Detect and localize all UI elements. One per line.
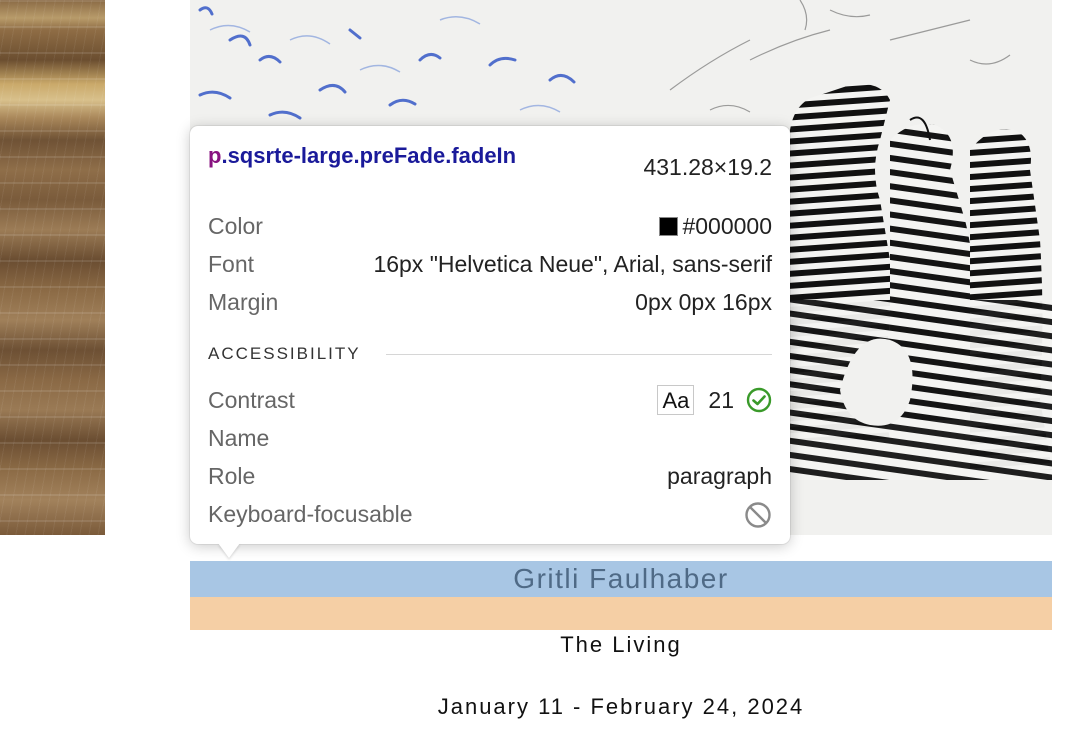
element-margin-highlight [190, 597, 1052, 630]
contrast-row: Contrast Aa 21 [208, 385, 772, 415]
contrast-sample: Aa [657, 385, 695, 415]
artist-name: Gritli Faulhaber [513, 563, 729, 594]
name-label: Name [208, 425, 270, 451]
section-divider [386, 354, 772, 355]
contrast-ratio: 21 [708, 387, 734, 413]
selector-tag: p [208, 143, 222, 168]
margin-value: 0px 0px 16px [635, 289, 772, 315]
not-allowed-icon [744, 501, 772, 536]
font-row: Font 16px "Helvetica Neue", Arial, sans-… [208, 249, 772, 279]
accessibility-section-header: ACCESSIBILITY [208, 344, 772, 364]
keyboard-focusable-value [744, 499, 772, 536]
keyboard-focusable-label: Keyboard-focusable [208, 501, 413, 527]
accessibility-heading: ACCESSIBILITY [208, 344, 375, 364]
color-swatch-icon [659, 217, 679, 236]
contrast-value: Aa 21 [657, 385, 772, 420]
font-value: 16px "Helvetica Neue", Arial, sans-serif [373, 251, 772, 277]
check-circle-icon [746, 387, 772, 420]
inspector-tooltip: p.sqsrte-large.preFade.fadeIn 431.28×19.… [190, 126, 790, 544]
role-label: Role [208, 463, 256, 489]
keyboard-row: Keyboard-focusable [208, 499, 772, 529]
font-label: Font [208, 251, 255, 277]
role-row: Role paragraph [208, 461, 772, 491]
color-row: Color #000000 [208, 211, 772, 241]
color-hex: #000000 [682, 213, 772, 239]
contrast-label: Contrast [208, 387, 295, 413]
name-row: Name [208, 423, 772, 453]
exhibition-dates: January 11 - February 24, 2024 [437, 694, 805, 719]
tooltip-pointer [218, 543, 240, 558]
artwork-left-image[interactable] [0, 0, 105, 535]
role-value: paragraph [667, 463, 772, 489]
page-canvas: Gritli Faulhaber The Living January 11 -… [0, 0, 1084, 754]
exhibition-title: The Living [560, 632, 682, 657]
color-label: Color [208, 213, 263, 239]
element-selector: p.sqsrte-large.preFade.fadeIn [208, 142, 580, 170]
margin-row: Margin 0px 0px 16px [208, 287, 772, 317]
selector-classes: .sqsrte-large.preFade.fadeIn [221, 143, 517, 168]
margin-label: Margin [208, 289, 279, 315]
color-value: #000000 [659, 211, 772, 241]
element-dimensions: 431.28×19.2 [643, 154, 772, 180]
